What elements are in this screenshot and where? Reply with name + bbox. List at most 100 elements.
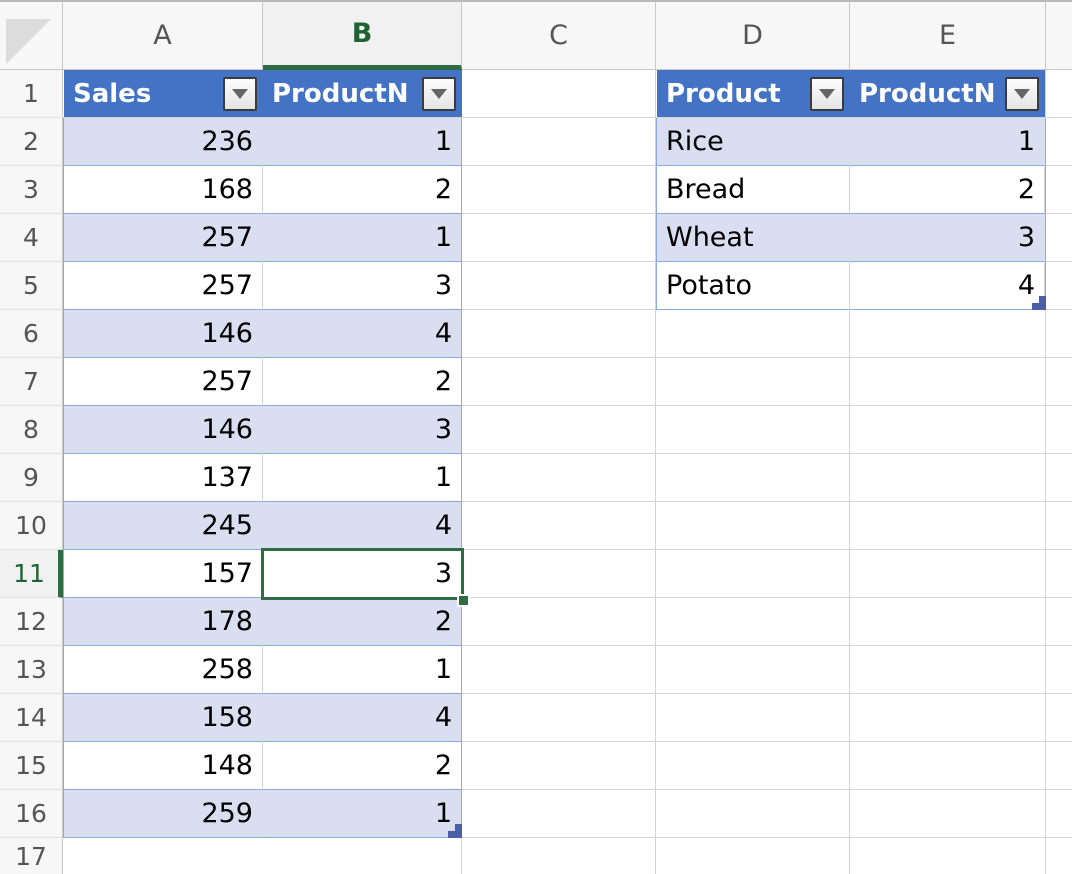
table-header-cell-product[interactable]: Product [657, 70, 850, 117]
cell-a3[interactable]: 168 [64, 166, 263, 214]
cell-a13[interactable]: 258 [64, 646, 263, 694]
row-header-8[interactable]: 8 [0, 406, 63, 454]
cell-e5[interactable]: 4 [850, 262, 1045, 310]
column-header-c[interactable]: C [462, 0, 656, 70]
row-header-2[interactable]: 2 [0, 118, 63, 166]
cell-d4-value: Wheat [666, 222, 754, 253]
cell-a9[interactable]: 137 [64, 454, 263, 502]
select-all-button[interactable] [0, 0, 63, 70]
cell-a16[interactable]: 259 [64, 790, 263, 838]
cell-b5-value: 3 [434, 270, 452, 301]
cell-a7[interactable]: 257 [64, 358, 263, 406]
row-header-6[interactable]: 6 [0, 310, 63, 358]
cell-a8[interactable]: 146 [64, 406, 263, 454]
row-header-9[interactable]: 9 [0, 454, 63, 502]
row-header-5[interactable]: 5 [0, 262, 63, 310]
cell-b8[interactable]: 3 [263, 406, 462, 454]
cell-b15[interactable]: 2 [263, 742, 462, 790]
cell-b10[interactable]: 4 [263, 502, 462, 550]
row-header-15[interactable]: 15 [0, 742, 63, 790]
cell-a15[interactable]: 148 [64, 742, 263, 790]
column-header-b[interactable]: B [263, 0, 462, 70]
cell-d4[interactable]: Wheat [657, 214, 850, 262]
column-header-e[interactable]: E [850, 0, 1046, 70]
cell-b6[interactable]: 4 [263, 310, 462, 358]
filter-dropdown-icon-productn-left[interactable] [422, 77, 456, 111]
row-header-13[interactable]: 13 [0, 646, 63, 694]
cell-e4[interactable]: 3 [850, 214, 1045, 262]
cell-e4-value: 3 [1017, 222, 1035, 253]
cell-b13[interactable]: 1 [263, 646, 462, 694]
row-header-3[interactable]: 3 [0, 166, 63, 214]
row-header-1-label: 1 [23, 79, 39, 108]
column-header-d[interactable]: D [656, 0, 850, 70]
cell-b7[interactable]: 2 [263, 358, 462, 406]
row-header-4-label: 4 [23, 223, 39, 252]
table-header-productn-left-label: ProductN [272, 78, 409, 109]
cell-d5[interactable]: Potato [657, 262, 850, 310]
cell-a5[interactable]: 257 [64, 262, 263, 310]
cell-b12[interactable]: 2 [263, 598, 462, 646]
table-header-sales-label: Sales [73, 78, 152, 109]
cell-a10[interactable]: 245 [64, 502, 263, 550]
cell-a12[interactable]: 178 [64, 598, 263, 646]
row-header-16[interactable]: 16 [0, 790, 63, 838]
table-header-cell-productn-left[interactable]: ProductN [263, 70, 462, 117]
cell-a11[interactable]: 157 [64, 550, 263, 598]
cell-b5[interactable]: 3 [263, 262, 462, 310]
filter-dropdown-icon-product[interactable] [810, 77, 844, 111]
cell-b11[interactable]: 3 [263, 550, 462, 598]
sales-table-right-border [461, 118, 462, 838]
cell-b9[interactable]: 1 [263, 454, 462, 502]
cell-b12-value: 2 [434, 606, 452, 637]
cell-b11-value: 3 [434, 558, 452, 589]
filter-dropdown-icon-sales[interactable] [223, 77, 257, 111]
cell-a14[interactable]: 158 [64, 694, 263, 742]
product-table-resize-handle[interactable] [1032, 296, 1046, 310]
row-header-10[interactable]: 10 [0, 502, 63, 550]
filter-dropdown-icon-productn-right[interactable] [1005, 77, 1039, 111]
cell-a8-value: 146 [201, 414, 253, 445]
row-header-11[interactable]: 11 [0, 550, 63, 598]
cell-a4-value: 257 [201, 222, 253, 253]
active-cell-fill-handle[interactable] [457, 594, 470, 607]
cell-d2[interactable]: Rice [657, 118, 850, 166]
cell-a4[interactable]: 257 [64, 214, 263, 262]
cell-a2[interactable]: 236 [64, 118, 263, 166]
cell-b14-value: 4 [434, 702, 452, 733]
row-header-4[interactable]: 4 [0, 214, 63, 262]
cell-b16[interactable]: 1 [263, 790, 462, 838]
table-header-cell-productn-right[interactable]: ProductN [850, 70, 1045, 117]
spreadsheet-grid: A B C D E 1 2 3 4 5 6 7 8 9 10 11 12 13 … [0, 0, 1072, 874]
cell-d3[interactable]: Bread [657, 166, 850, 214]
row-header-16-label: 16 [15, 799, 47, 828]
cell-b3-value: 2 [434, 174, 452, 205]
cell-b4[interactable]: 1 [263, 214, 462, 262]
cell-b6-value: 4 [434, 318, 452, 349]
sales-table-resize-handle[interactable] [448, 824, 462, 838]
row-header-14[interactable]: 14 [0, 694, 63, 742]
column-header-a-label: A [153, 20, 172, 51]
cell-b2[interactable]: 1 [263, 118, 462, 166]
chevron-down-icon [232, 89, 248, 99]
cell-a6[interactable]: 146 [64, 310, 263, 358]
table-header-cell-sales[interactable]: Sales [64, 70, 263, 117]
row-header-2-label: 2 [23, 127, 39, 156]
chevron-down-icon [819, 89, 835, 99]
column-header-a[interactable]: A [63, 0, 263, 70]
column-header-f[interactable] [1046, 0, 1072, 70]
cell-b3[interactable]: 2 [263, 166, 462, 214]
row-header-7[interactable]: 7 [0, 358, 63, 406]
row-header-17[interactable]: 17 [0, 838, 63, 874]
row-header-12[interactable]: 12 [0, 598, 63, 646]
cell-d2-value: Rice [666, 126, 724, 157]
cell-a7-value: 257 [201, 366, 253, 397]
column-header-e-label: E [938, 20, 957, 51]
cell-e3[interactable]: 2 [850, 166, 1045, 214]
row-header-1[interactable]: 1 [0, 70, 63, 118]
cell-b10-value: 4 [434, 510, 452, 541]
row-header-15-label: 15 [15, 751, 47, 780]
cell-e2[interactable]: 1 [850, 118, 1045, 166]
cell-b14[interactable]: 4 [263, 694, 462, 742]
cell-a10-value: 245 [201, 510, 253, 541]
